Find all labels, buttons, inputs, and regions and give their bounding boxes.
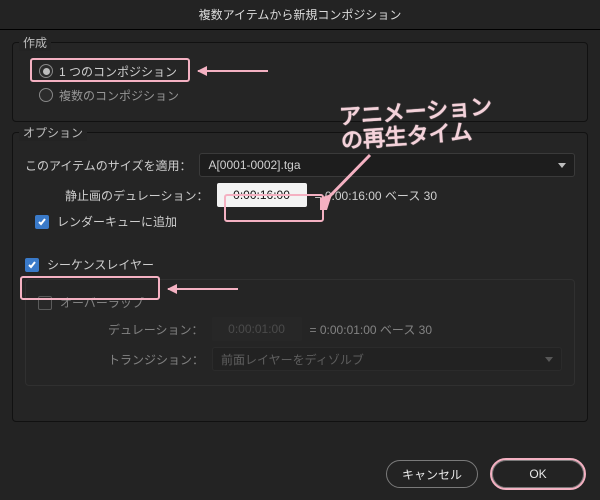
dialog-title: 複数アイテムから新規コンポジション [0, 0, 600, 30]
create-section: 作成 1 つのコンポジション 複数のコンポジション [12, 42, 588, 122]
radio-icon [39, 88, 53, 102]
apply-size-label: このアイテムのサイズを適用： [25, 157, 191, 174]
single-composition-label: 1 つのコンポジション [59, 63, 177, 80]
still-duration-input[interactable] [217, 183, 307, 207]
overlap-duration-input [212, 317, 302, 341]
multiple-composition-radio[interactable]: 複数のコンポジション [35, 83, 575, 107]
overlap-duration-equals: = 0:00:01:00 ベース 30 [310, 321, 432, 338]
sequence-subpanel: オーバーラップ デュレーション： = 0:00:01:00 ベース 30 トラン… [25, 279, 575, 386]
options-section-title: オプション [19, 124, 87, 141]
transition-value: 前面レイヤーをディゾルブ [221, 351, 364, 368]
options-section: オプション このアイテムのサイズを適用： A[0001-0002].tga 静止… [12, 132, 588, 422]
apply-size-select[interactable]: A[0001-0002].tga [199, 153, 575, 177]
cancel-button[interactable]: キャンセル [386, 460, 478, 488]
overlap-checkbox[interactable] [38, 296, 52, 310]
create-section-title: 作成 [19, 34, 51, 51]
overlap-duration-label: デュレーション： [108, 321, 204, 338]
chevron-down-icon [545, 357, 553, 362]
dialog-footer: キャンセル OK [386, 460, 584, 488]
sequence-layers-label: シーケンスレイヤー [47, 256, 154, 273]
apply-size-value: A[0001-0002].tga [208, 158, 300, 172]
ok-button[interactable]: OK [492, 460, 584, 488]
add-render-queue-label: レンダーキューに追加 [57, 213, 177, 230]
still-duration-equals: = 0:00:16:00 ベース 30 [315, 187, 437, 204]
radio-icon [39, 64, 53, 78]
single-composition-radio[interactable]: 1 つのコンポジション [35, 59, 575, 83]
add-render-queue-checkbox[interactable] [35, 215, 49, 229]
multiple-composition-label: 複数のコンポジション [59, 87, 179, 104]
transition-label: トランジション： [108, 351, 204, 368]
overlap-label: オーバーラップ [60, 294, 144, 311]
still-duration-label: 静止画のデュレーション： [65, 187, 209, 204]
chevron-down-icon [558, 163, 566, 168]
transition-select: 前面レイヤーをディゾルブ [212, 347, 562, 371]
sequence-layers-checkbox[interactable] [25, 258, 39, 272]
